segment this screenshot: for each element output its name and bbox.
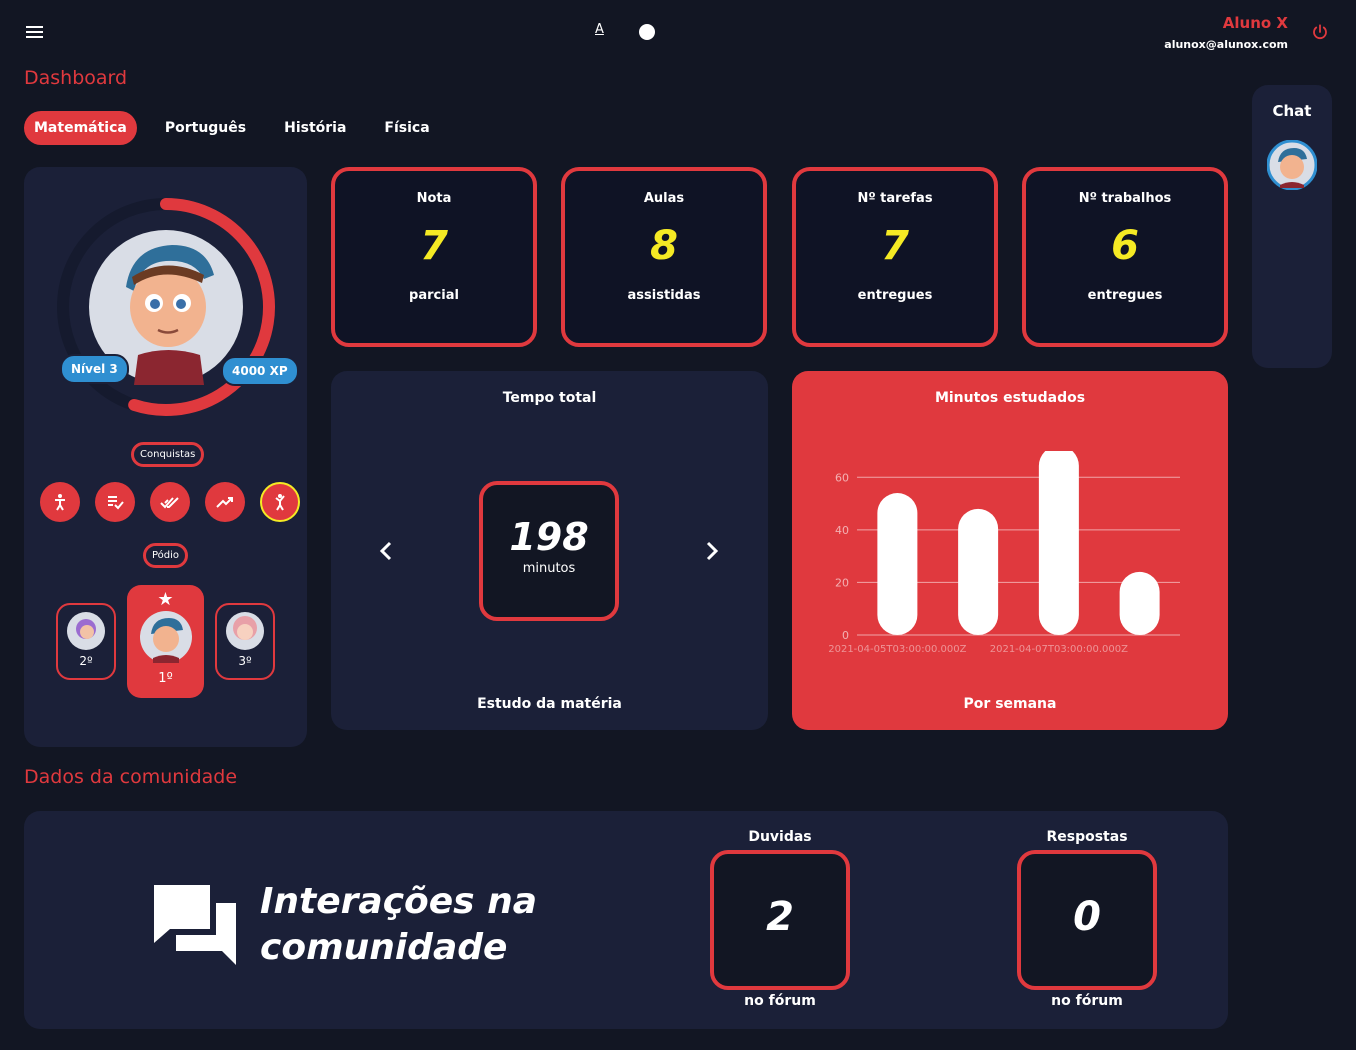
chat-title: Chat [1272,102,1312,120]
stat-subtitle: entregues [857,288,933,303]
page-title: Dashboard [24,67,128,89]
stat-card-tarefas: Nº tarefas 7 entregues [792,167,998,347]
user-email: alunox@alunox.com [1164,38,1288,51]
chat-panel: Chat [1252,85,1332,368]
community-panel: Interações na comunidade Duvidas 2 no fó… [24,811,1228,1029]
level-badge: Nível 3 [60,354,129,384]
answers-subtitle: no fórum [1051,993,1123,1009]
doubts-subtitle: no fórum [744,993,816,1009]
time-value: 198 [509,515,589,559]
chat-contact-avatar[interactable] [1267,140,1317,190]
bar[interactable] [958,508,999,635]
answers-box: 0 [1017,850,1157,990]
chart-card: Minutos estudados 0 20 40 60 2021-04-05T03:0… [792,371,1228,730]
doubts-box: 2 [710,850,850,990]
stat-subtitle: entregues [1087,288,1163,303]
doubts-value: 2 [766,894,794,940]
y-tick-label: 20 [835,576,849,589]
xp-progress-ring [57,198,275,416]
doubts-title: Duvidas [748,829,812,845]
podium-third: 3º [215,603,275,680]
bar[interactable] [1119,571,1160,635]
tab-fisica[interactable]: Física [374,111,439,145]
stat-subtitle: parcial [409,288,459,303]
stat-title: Nº trabalhos [1078,191,1172,206]
y-tick-label: 0 [842,629,849,642]
podium-label: Pódio [143,543,189,568]
stat-card-trabalhos: Nº trabalhos 6 entregues [1022,167,1228,347]
achievement-checklist-icon[interactable] [94,482,135,522]
power-icon[interactable] [1311,23,1329,41]
stat-card-nota: Nota 7 parcial [331,167,537,347]
y-tick-label: 60 [835,471,849,484]
star-icon: ★ [157,589,174,610]
tab-historia[interactable]: História [274,111,356,145]
stat-title: Nota [416,191,452,206]
avatar [126,245,214,385]
achievement-double-check-icon[interactable] [149,482,190,522]
headline-line: comunidade [260,927,508,968]
menu-icon[interactable] [26,26,43,38]
bar-chart: 0 20 40 60 2021-04-05T03:00:00.000Z 2021-04-0… [828,451,1180,655]
achievement-trending-icon[interactable] [204,482,245,522]
time-value-box: 198 minutos [479,481,619,621]
stat-card-aulas: Aulas 8 assistidas [561,167,767,347]
xp-badge: 4000 XP [221,356,299,386]
stat-title: Nº tarefas [857,191,933,206]
achievements-label: Conquistas [131,442,205,467]
bar[interactable] [1038,451,1079,635]
x-tick-label: 2021-04-07T03:00:00.000Z [990,644,1128,655]
time-card-footer: Estudo da matéria [477,696,622,712]
chart-title: Minutos estudados [934,390,1086,406]
user-name: Aluno X [1222,14,1288,32]
community-section-title: Dados da comunidade [24,766,238,788]
subject-tabs: Matemática Português História Física [24,111,440,145]
tab-portugues[interactable]: Português [155,111,256,145]
podium-second: 2º [56,603,116,680]
chevron-left-icon[interactable] [378,541,394,561]
podium-first: ★ 1º [127,585,204,698]
stat-subtitle: assistidas [627,288,701,303]
avatar [67,612,105,650]
avatar [139,611,192,663]
x-tick-label: 2021-04-05T03:00:00.000Z [828,644,966,655]
forum-icon [154,885,236,965]
font-size-icon[interactable]: A [595,22,604,37]
achievement-person-icon[interactable] [39,482,80,522]
achievements-row [32,482,307,522]
stat-title: Aulas [643,191,685,206]
stat-value: 6 [1111,223,1139,269]
chevron-right-icon[interactable] [704,541,720,561]
time-unit: minutos [522,561,576,576]
chart-footer: Por semana [963,696,1057,712]
profile-panel: Nível 3 4000 XP Conquistas Pódio 2º ★ 1º… [24,167,307,747]
time-card-title: Tempo total [502,390,597,406]
stat-value: 7 [420,223,448,269]
avatar [226,612,264,650]
time-card: Tempo total 198 minutos Estudo da matéri… [331,371,768,730]
community-headline: Interações na comunidade [260,879,537,971]
answers-title: Respostas [1046,829,1128,845]
y-tick-label: 40 [835,524,849,537]
podium-place: 1º [158,671,173,686]
answers-value: 0 [1073,894,1101,940]
podium-place: 2º [79,654,93,668]
podium-place: 3º [238,654,252,668]
tab-matematica[interactable]: Matemática [24,111,137,145]
theme-toggle-icon[interactable] [639,24,655,40]
bar[interactable] [877,493,918,635]
stat-value: 7 [881,223,909,269]
achievement-person-raised-icon[interactable] [259,482,300,522]
stat-value: 8 [650,223,678,269]
headline-line: Interações na [260,881,538,922]
